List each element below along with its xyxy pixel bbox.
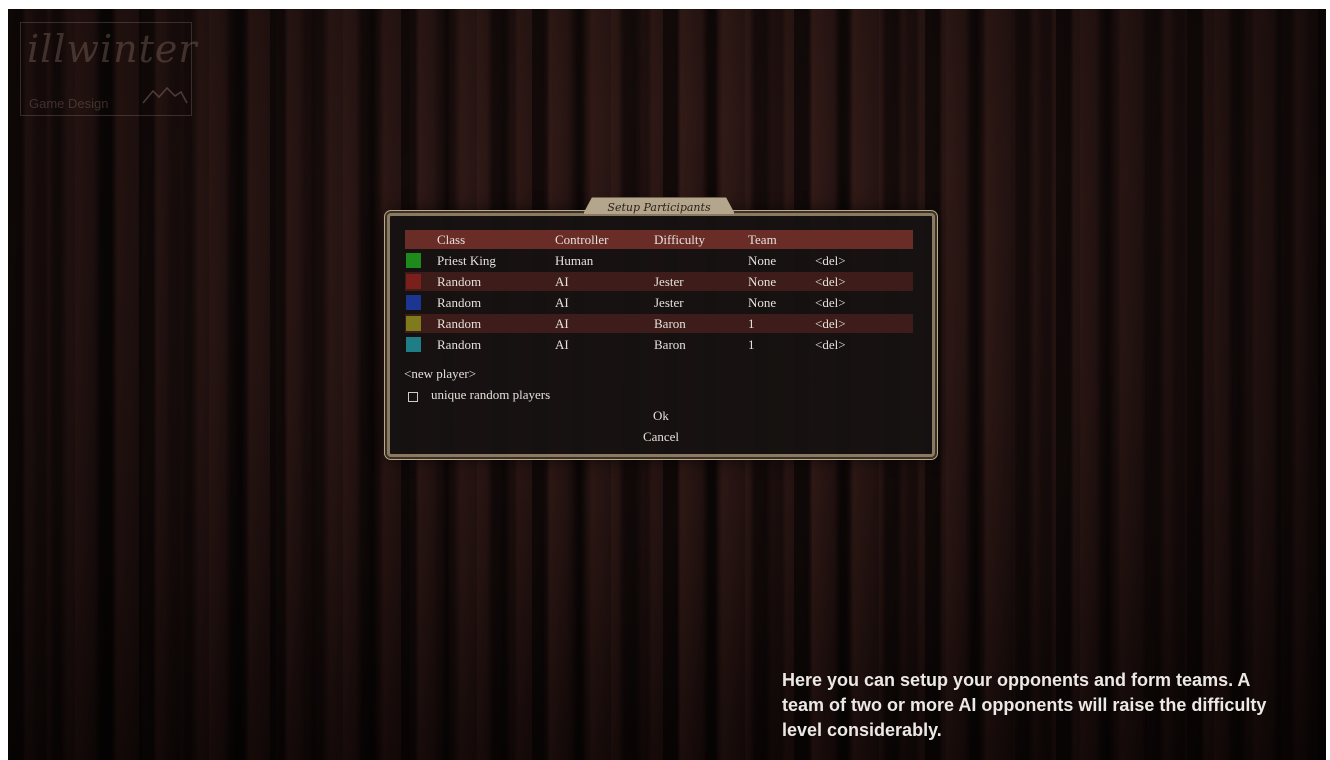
player-difficulty[interactable]: Jester <box>654 272 684 291</box>
player-class[interactable]: Random <box>437 293 481 312</box>
player-difficulty[interactable]: Jester <box>654 293 684 312</box>
header-difficulty: Difficulty <box>654 232 706 247</box>
player-row: Random AI Baron 1 <del> <box>405 314 913 333</box>
player-controller[interactable]: AI <box>555 314 569 333</box>
player-team[interactable]: 1 <box>748 335 755 354</box>
help-hint-text: Here you can setup your opponents and fo… <box>782 670 1267 740</box>
player-color-swatch[interactable] <box>406 253 421 268</box>
player-team[interactable]: None <box>748 251 776 270</box>
dialog-title-tab: Setup Participants <box>583 197 735 214</box>
player-team[interactable]: 1 <box>748 314 755 333</box>
player-class[interactable]: Random <box>437 272 481 291</box>
header-class: Class <box>437 232 466 247</box>
player-class[interactable]: Random <box>437 335 481 354</box>
delete-player-button[interactable]: <del> <box>815 335 846 354</box>
dialog-title: Setup Participants <box>607 201 711 214</box>
new-player-button[interactable]: <new player> <box>404 366 476 382</box>
player-row: Random AI Jester None <del> <box>405 293 913 312</box>
player-difficulty[interactable]: Baron <box>654 314 686 333</box>
delete-player-button[interactable]: <del> <box>815 314 846 333</box>
player-controller[interactable]: AI <box>555 293 569 312</box>
player-row: Priest King Human None <del> <box>405 251 913 270</box>
logo-subtitle: Game Design <box>29 96 109 111</box>
player-class[interactable]: Priest King <box>437 251 496 270</box>
table-header: Class Controller Difficulty Team <box>405 230 913 249</box>
header-team: Team <box>748 232 777 247</box>
unique-random-label[interactable]: unique random players <box>431 387 550 403</box>
illwinter-logo: illwinter Game Design <box>20 22 197 116</box>
player-row: Random AI Jester None <del> <box>405 272 913 291</box>
mountain-icon <box>142 86 188 104</box>
player-color-swatch[interactable] <box>406 295 421 310</box>
player-class[interactable]: Random <box>437 314 481 333</box>
delete-player-button[interactable]: <del> <box>815 272 846 291</box>
player-controller[interactable]: AI <box>555 335 569 354</box>
delete-player-button[interactable]: <del> <box>815 293 846 312</box>
delete-player-button[interactable]: <del> <box>815 251 846 270</box>
player-color-swatch[interactable] <box>406 316 421 331</box>
player-team[interactable]: None <box>748 293 776 312</box>
unique-random-checkbox[interactable] <box>408 392 418 402</box>
player-team[interactable]: None <box>748 272 776 291</box>
cancel-button[interactable]: Cancel <box>390 429 932 445</box>
header-controller: Controller <box>555 232 609 247</box>
player-controller[interactable]: AI <box>555 272 569 291</box>
player-row: Random AI Baron 1 <del> <box>405 335 913 354</box>
player-color-swatch[interactable] <box>406 337 421 352</box>
player-controller[interactable]: Human <box>555 251 593 270</box>
ok-button[interactable]: Ok <box>390 408 932 424</box>
player-difficulty[interactable]: Baron <box>654 335 686 354</box>
player-color-swatch[interactable] <box>406 274 421 289</box>
setup-participants-dialog: Class Controller Difficulty Team Priest … <box>387 213 935 457</box>
logo-title: illwinter <box>27 27 198 71</box>
